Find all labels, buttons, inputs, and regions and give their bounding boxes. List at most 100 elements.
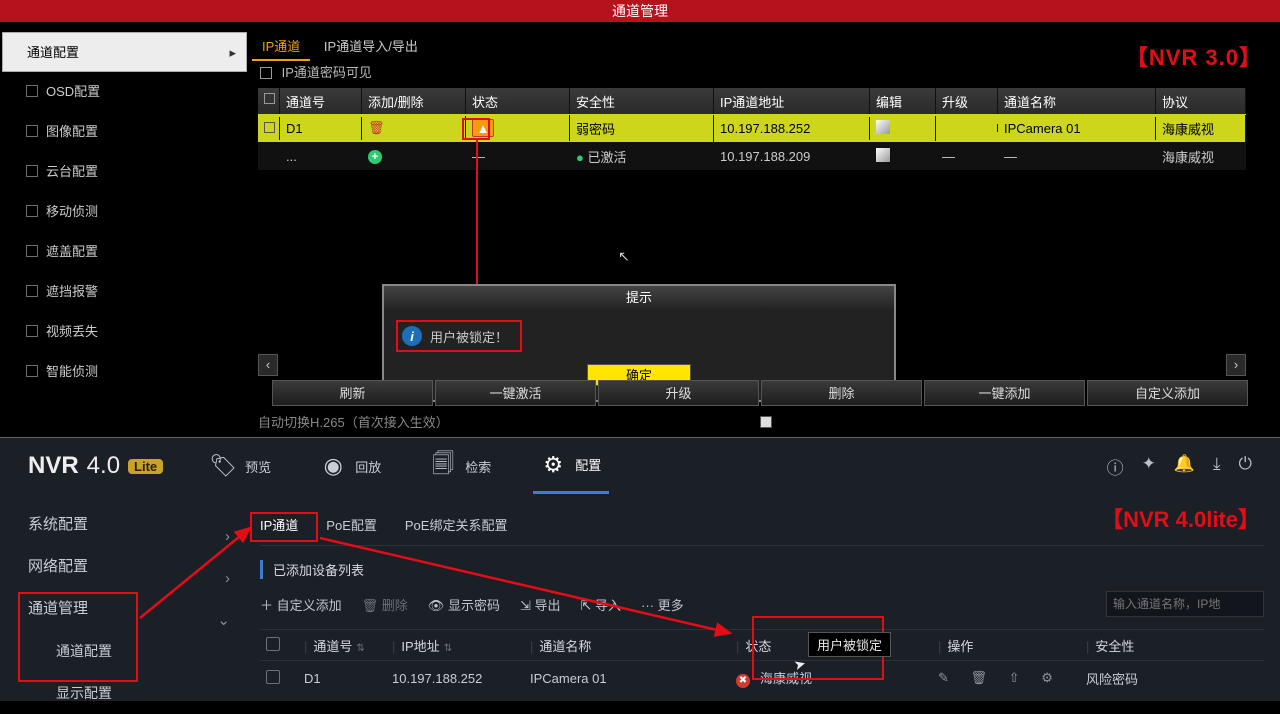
warning-icon[interactable]: ▲ (472, 119, 494, 137)
search-input[interactable] (1113, 597, 1268, 611)
sort-icon[interactable]: ⇅ (444, 643, 452, 654)
tab-ip-import-export[interactable]: IP通道导入/导出 (314, 32, 428, 59)
dialog-message-box: i 用户被锁定！ (396, 320, 522, 352)
table-row[interactable]: ... + — ● 已激活 10.197.188.209 — — 海康威视 (258, 142, 1246, 170)
scroll-right-button[interactable]: › (1226, 354, 1246, 376)
action-button-bar: 刷新 一键激活 升级 删除 一键添加 自定义添加 (272, 380, 1248, 406)
one-key-activate-button[interactable]: 一键激活 (435, 380, 596, 406)
subtab-poe-binding[interactable]: PoE绑定关系配置 (405, 515, 508, 534)
header-ip[interactable]: IP地址 (401, 639, 439, 654)
checkbox-icon[interactable] (264, 93, 275, 104)
show-password-button[interactable]: 👁 显示密码 (428, 595, 500, 614)
sidebar-item-tamper[interactable]: 遮挡报警 (2, 272, 247, 312)
info-icon[interactable]: ⓘ (1107, 454, 1124, 479)
nav-config[interactable]: ⚙配置 (533, 438, 609, 494)
tab-ip-channel[interactable]: IP通道 (252, 32, 310, 61)
nav-label: 检索 (465, 457, 491, 476)
export-icon: ⇲ (520, 598, 531, 613)
table-row[interactable]: D1 10.197.188.252 IPCamera 01 ✖海康威视 ✎ 🗑 … (260, 661, 1264, 695)
header-security[interactable]: 安全性 (1095, 639, 1134, 654)
sidebar-item-network[interactable]: 网络配置› (28, 546, 250, 588)
dialog-message: 用户被锁定！ (430, 327, 508, 346)
sidebar-item-label: OSD配置 (46, 84, 100, 99)
sidebar-item-ptz[interactable]: 云台配置 (2, 152, 247, 192)
gear-icon[interactable]: ⚙ (1041, 670, 1053, 685)
sidebar-item-cover[interactable]: 遮盖配置 (2, 232, 247, 272)
import-icon: ⇱ (581, 598, 592, 613)
custom-add-button[interactable]: ＋ 自定义添加 (260, 595, 342, 614)
cell-security: 风险密码 (1086, 669, 1264, 688)
edit-icon[interactable] (876, 148, 890, 162)
header-ops[interactable]: 操作 (947, 639, 973, 654)
subtab-poe-config[interactable]: PoE配置 (326, 515, 377, 534)
header-edit: 编辑 (870, 88, 936, 114)
square-icon (26, 245, 38, 257)
sidebar-item-label: 通道管理 (28, 600, 88, 617)
cursor-icon: ↖ (618, 248, 630, 265)
nav-search[interactable]: 🗐 检索 (423, 438, 499, 494)
nav-playback[interactable]: ◉回放 (313, 438, 389, 494)
toolbar-label: 更多 (658, 598, 684, 613)
cell-upgrade (936, 124, 998, 132)
edit-icon[interactable]: ✎ (938, 670, 949, 685)
upgrade-button[interactable]: 升级 (598, 380, 759, 406)
up-icon[interactable]: ⇧ (1009, 670, 1020, 685)
trash-icon[interactable]: 🗑 (971, 670, 988, 685)
header-name[interactable]: 通道名称 (539, 639, 591, 654)
device-table: |通道号⇅ |IP地址⇅ |通道名称 |状态 视) |操作 |安全性 D1 10… (260, 629, 1264, 695)
brand-version: 4.0 (87, 452, 120, 480)
toolbar: ＋ 自定义添加 🗑 删除 👁 显示密码 ⇲ 导出 ⇱ 导入 ··· 更多 (260, 591, 1264, 617)
checkbox-icon[interactable] (264, 122, 275, 133)
checkbox-icon[interactable] (260, 67, 272, 79)
checkbox-icon[interactable] (760, 416, 772, 428)
import-button[interactable]: ⇱ 导入 (581, 595, 622, 614)
subtab-ip-channel[interactable]: IP通道 (260, 515, 298, 534)
brand-lite-badge: Lite (128, 459, 163, 474)
header-channel[interactable]: 通道号 (313, 639, 352, 654)
search-box (1106, 591, 1264, 617)
power-icon[interactable]: ⏻ (1239, 454, 1252, 479)
sidebar-item-channel-config[interactable]: 通道配置 (28, 630, 250, 672)
more-button[interactable]: ··· 更多 (641, 595, 684, 614)
plus-icon[interactable]: + (368, 150, 382, 164)
sidebar-item-osd[interactable]: OSD配置 (2, 72, 247, 112)
sidebar-item-motion[interactable]: 移动侦测 (2, 192, 247, 232)
header-status[interactable]: 状态 (745, 639, 771, 654)
table-row[interactable]: D1 🗑 ▲ 弱密码 10.197.188.252 IPCamera 01 海康… (258, 114, 1246, 142)
search-doc-icon: 🗐 (431, 454, 455, 478)
edit-icon[interactable] (876, 120, 890, 134)
delete-button[interactable]: 🗑 删除 (362, 595, 408, 614)
footer-tip: 自动切换H.265（首次接入生效） (258, 412, 449, 431)
sidebar-item-display[interactable]: 显示配置 (28, 672, 250, 714)
header-protocol: 协议 (1156, 88, 1246, 114)
toolbar-label: 删除 (382, 598, 408, 613)
checkbox-icon[interactable] (266, 637, 280, 651)
cell-ip: 10.197.188.209 (714, 145, 870, 168)
header-upgrade: 升级 (936, 88, 998, 114)
download-icon[interactable]: ⤓ (1213, 454, 1221, 479)
sidebar-item-video-loss[interactable]: 视频丢失 (2, 312, 247, 352)
delete-button[interactable]: 删除 (761, 380, 922, 406)
sidebar-item-image[interactable]: 图像配置 (2, 112, 247, 152)
sidebar-item-channel-config[interactable]: 通道配置 (2, 32, 247, 72)
square-icon (26, 325, 38, 337)
checkbox-icon[interactable] (266, 670, 280, 684)
cell-status: 海康威视 (760, 671, 812, 686)
nav-preview[interactable]: 🏷预览 (203, 438, 279, 494)
trash-icon[interactable]: 🗑 (368, 120, 385, 135)
sidebar-item-channel-mgmt[interactable]: 通道管理⌄ (28, 588, 250, 630)
bell-icon[interactable]: 🔔 (1174, 454, 1195, 479)
refresh-button[interactable]: 刷新 (272, 380, 433, 406)
grid-icon[interactable]: ✦ (1142, 454, 1156, 479)
channel-table: 通道号 添加/删除 状态 安全性 IP通道地址 编辑 升级 通道名称 协议 D1… (258, 88, 1246, 170)
one-key-add-button[interactable]: 一键添加 (924, 380, 1085, 406)
nav-label: 配置 (575, 455, 601, 474)
sidebar-item-smart[interactable]: 智能侦测 (2, 352, 247, 392)
sort-icon[interactable]: ⇅ (356, 643, 364, 654)
scroll-left-button[interactable]: ‹ (258, 354, 278, 376)
sidebar-item-system[interactable]: 系统配置› (28, 504, 250, 546)
topbar-icons: ⓘ ✦ 🔔 ⤓ ⏻ (1107, 454, 1252, 479)
export-button[interactable]: ⇲ 导出 (520, 595, 561, 614)
cell-ops: ✎ 🗑 ⇧ ⚙ (938, 670, 1086, 686)
custom-add-button[interactable]: 自定义添加 (1087, 380, 1248, 406)
